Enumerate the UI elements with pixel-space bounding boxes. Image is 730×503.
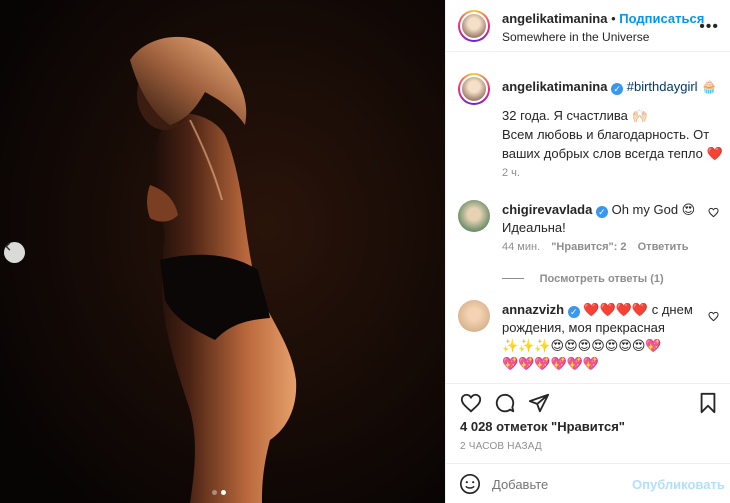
posted-time[interactable]: 2 ЧАСОВ НАЗАД <box>460 441 542 452</box>
post-sidebar: angelikatimanina • Подписаться Somewhere… <box>445 0 730 503</box>
caption-author[interactable]: angelikatimanina <box>502 79 607 94</box>
publish-button[interactable]: Опубликовать <box>632 477 725 492</box>
comment-author[interactable]: chigirevavlada <box>502 202 592 217</box>
carousel-dot <box>212 490 217 495</box>
comment-likes[interactable]: "Нравится": 2 <box>551 241 626 253</box>
comment-avatar[interactable] <box>458 200 490 232</box>
caption-hashtag[interactable]: #birthdaygirl <box>627 79 698 94</box>
caption-time[interactable]: 2 ч. <box>502 167 520 179</box>
comment: chigirevavlada ✓ Oh my God 😍 Идеальна! <box>502 201 702 237</box>
caption-text: 32 года. Я счастлива 🙌🏻 Всем любовь и бл… <box>502 106 724 163</box>
caption-line: ваших добрых слов всегда тепло ❤️ <box>502 146 723 161</box>
reply-button[interactable]: Ответить <box>638 241 689 253</box>
post-location[interactable]: Somewhere in the Universe <box>502 30 649 44</box>
author-avatar[interactable] <box>458 10 490 42</box>
comment-author[interactable]: annazvizh <box>502 302 564 317</box>
comment-text: ❤️❤️❤️❤️ с днем <box>583 302 693 317</box>
like-heart-icon[interactable] <box>460 392 482 414</box>
post-header: angelikatimanina • Подписаться Somewhere… <box>446 0 730 52</box>
verified-badge-icon: ✓ <box>611 83 624 95</box>
caption-line: Всем любовь и благодарность. От <box>502 127 710 142</box>
caption-line: 32 года. Я счастлива 🙌🏻 <box>502 108 648 123</box>
comment-bar-divider <box>446 463 730 464</box>
emoji-smiley-icon[interactable] <box>459 473 481 495</box>
avatar-image <box>460 75 488 103</box>
verified-badge-icon: ✓ <box>595 206 608 218</box>
comment-text: Oh my God 😍 <box>611 202 696 217</box>
cupcake-emoji: 🧁 <box>701 79 718 94</box>
comment-input[interactable] <box>492 473 642 495</box>
view-replies[interactable]: Посмотреть ответы (1) <box>502 270 664 285</box>
carousel-indicator <box>212 490 226 495</box>
save-bookmark-icon[interactable] <box>698 392 718 414</box>
more-options-button[interactable]: ••• <box>699 18 719 36</box>
view-replies-label[interactable]: Посмотреть ответы (1) <box>540 273 664 285</box>
comment-text: Идеальна! <box>502 220 566 235</box>
comment: annazvizh ✓ ❤️❤️❤️❤️ с днем рождения, мо… <box>502 301 712 373</box>
avatar-image <box>460 12 488 40</box>
replies-divider <box>502 278 524 280</box>
comment-time[interactable]: 44 мин. <box>502 241 540 253</box>
photo-image <box>0 0 445 503</box>
caption-avatar[interactable] <box>458 73 490 105</box>
post-photo <box>0 0 445 503</box>
like-comment-heart-icon[interactable] <box>708 207 719 218</box>
comment-text: рождения, моя прекрасная <box>502 320 665 335</box>
like-comment-heart-icon[interactable] <box>708 311 719 322</box>
actions-divider <box>446 383 730 384</box>
likes-count[interactable]: 4 028 отметок "Нравится" <box>460 419 625 434</box>
previous-photo-button[interactable] <box>4 242 25 263</box>
share-send-icon[interactable] <box>528 392 550 414</box>
comment-bubble-icon[interactable] <box>494 392 516 414</box>
comment-avatar[interactable] <box>458 300 490 332</box>
comment-text: 💖💖💖💖💖💖 <box>502 356 600 371</box>
comment-meta: 44 мин. "Нравится": 2 Ответить <box>502 241 688 253</box>
comments-area[interactable]: angelikatimanina ✓ #birthdaygirl 🧁 32 го… <box>446 53 730 383</box>
ellipsis-icon: ••• <box>699 18 719 35</box>
verified-badge-icon: ✓ <box>567 306 580 318</box>
chevron-left-icon <box>5 242 11 251</box>
carousel-dot-active <box>221 490 226 495</box>
follow-button[interactable]: Подписаться <box>619 11 704 26</box>
comment-text: ✨✨✨😍😍😍😍😍😍😍💖 <box>502 338 662 353</box>
author-username[interactable]: angelikatimanina <box>502 11 607 26</box>
